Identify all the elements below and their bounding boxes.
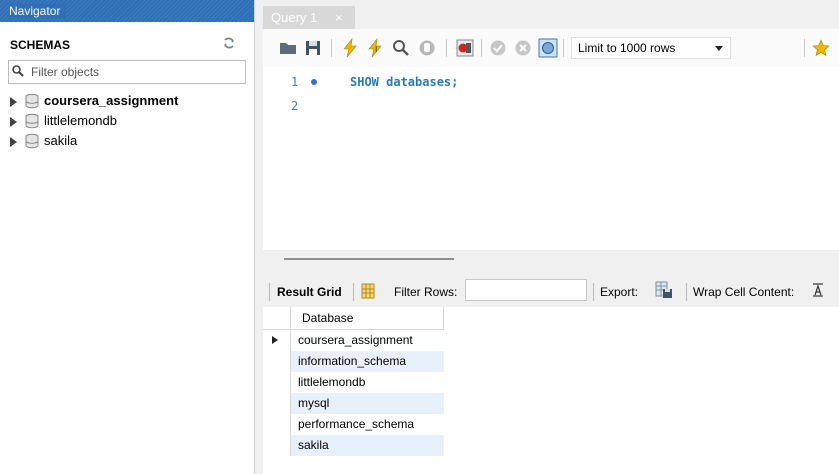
filter-objects-box: [8, 60, 246, 84]
result-grid: Database coursera_assignment information…: [263, 307, 839, 474]
splitter-handle[interactable]: [284, 258, 454, 260]
stop-icon[interactable]: [417, 38, 437, 58]
table-row[interactable]: littlelemondb: [263, 372, 444, 393]
navigator-panel: Navigator SCHEMAS coursera_assignment li…: [0, 0, 255, 474]
result-toolbar: Result Grid Filter Rows: Export: Wrap Ce…: [263, 276, 839, 307]
table-row[interactable]: coursera_assignment: [263, 330, 444, 351]
table-row[interactable]: performance_schema: [263, 414, 444, 435]
schema-label: sakila: [44, 133, 78, 148]
sql-editor[interactable]: 1 2 SHOW databases;: [263, 67, 839, 250]
schema-item[interactable]: littlelemondb: [10, 111, 250, 131]
tab-label: Query 1: [271, 10, 318, 25]
table-cell[interactable]: mysql: [291, 393, 444, 414]
wrap-cell-content-label: Wrap Cell Content:: [693, 285, 795, 299]
search-icon: [12, 65, 24, 77]
tab-query-1[interactable]: Query 1 ×: [263, 6, 355, 29]
table-cell[interactable]: information_schema: [291, 351, 444, 372]
database-icon: [25, 133, 39, 149]
statement-marker-icon: [311, 79, 317, 85]
schema-label: coursera_assignment: [44, 93, 179, 108]
editor-results-splitter[interactable]: [263, 250, 839, 276]
form-editor-icon[interactable]: [361, 283, 375, 299]
row-gutter: [263, 330, 291, 351]
navigator-header: Navigator: [0, 0, 254, 22]
close-tab-icon[interactable]: ×: [335, 6, 343, 29]
row-gutter: [263, 435, 291, 456]
line-number: 2: [291, 99, 299, 113]
rollback-icon[interactable]: [513, 38, 533, 58]
refresh-icon[interactable]: [222, 36, 236, 50]
column-header-database[interactable]: Database: [291, 307, 444, 330]
table-cell[interactable]: performance_schema: [291, 414, 444, 435]
filter-objects-input[interactable]: [31, 63, 241, 81]
export-icon[interactable]: [654, 280, 674, 300]
navigator-title: Navigator: [9, 4, 67, 18]
explain-icon[interactable]: [391, 38, 411, 58]
toggle-errors-icon[interactable]: [455, 38, 475, 58]
sql-toolbar: I Limit to 1000 rows: [263, 29, 839, 68]
save-icon[interactable]: [303, 38, 323, 58]
grid-header-corner: [263, 307, 291, 330]
code-line[interactable]: SHOW databases;: [350, 75, 458, 89]
schemas-title: SCHEMAS: [10, 38, 71, 52]
row-gutter: [263, 372, 291, 393]
result-grid-tab[interactable]: Result Grid: [277, 285, 342, 299]
expand-arrow-icon[interactable]: [10, 117, 17, 127]
database-icon: [25, 113, 39, 129]
limit-rows-value: Limit to 1000 rows: [578, 41, 676, 55]
chevron-down-icon: [715, 46, 723, 51]
row-gutter: [263, 414, 291, 435]
current-row-icon: [272, 336, 278, 344]
schema-item[interactable]: coursera_assignment: [10, 91, 250, 111]
autocommit-toggle-icon[interactable]: [538, 38, 558, 58]
execute-icon[interactable]: [340, 38, 360, 58]
schema-label: littlelemondb: [44, 113, 117, 128]
commit-icon[interactable]: [488, 38, 508, 58]
beautify-star-icon[interactable]: [811, 38, 831, 58]
wrap-cell-content-icon[interactable]: [812, 283, 824, 297]
row-gutter: [263, 351, 291, 372]
open-folder-icon[interactable]: [278, 38, 298, 58]
filter-rows-input[interactable]: [465, 279, 587, 301]
expand-arrow-icon[interactable]: [10, 137, 17, 147]
expand-arrow-icon[interactable]: [10, 97, 17, 107]
schema-item[interactable]: sakila: [10, 131, 250, 151]
table-row[interactable]: information_schema: [263, 351, 444, 372]
export-label: Export:: [600, 285, 639, 299]
row-gutter: [263, 393, 291, 414]
database-icon: [25, 93, 39, 109]
table-row[interactable]: mysql: [263, 393, 444, 414]
table-row[interactable]: sakila: [263, 435, 444, 456]
table-cell[interactable]: sakila: [291, 435, 444, 456]
execute-current-icon[interactable]: I: [365, 38, 385, 58]
table-cell[interactable]: coursera_assignment: [291, 330, 444, 351]
svg-text:I: I: [375, 45, 377, 54]
filter-rows-label: Filter Rows:: [394, 285, 458, 299]
limit-rows-select[interactable]: Limit to 1000 rows: [571, 37, 731, 59]
line-number: 1: [291, 75, 299, 89]
table-cell[interactable]: littlelemondb: [291, 372, 444, 393]
